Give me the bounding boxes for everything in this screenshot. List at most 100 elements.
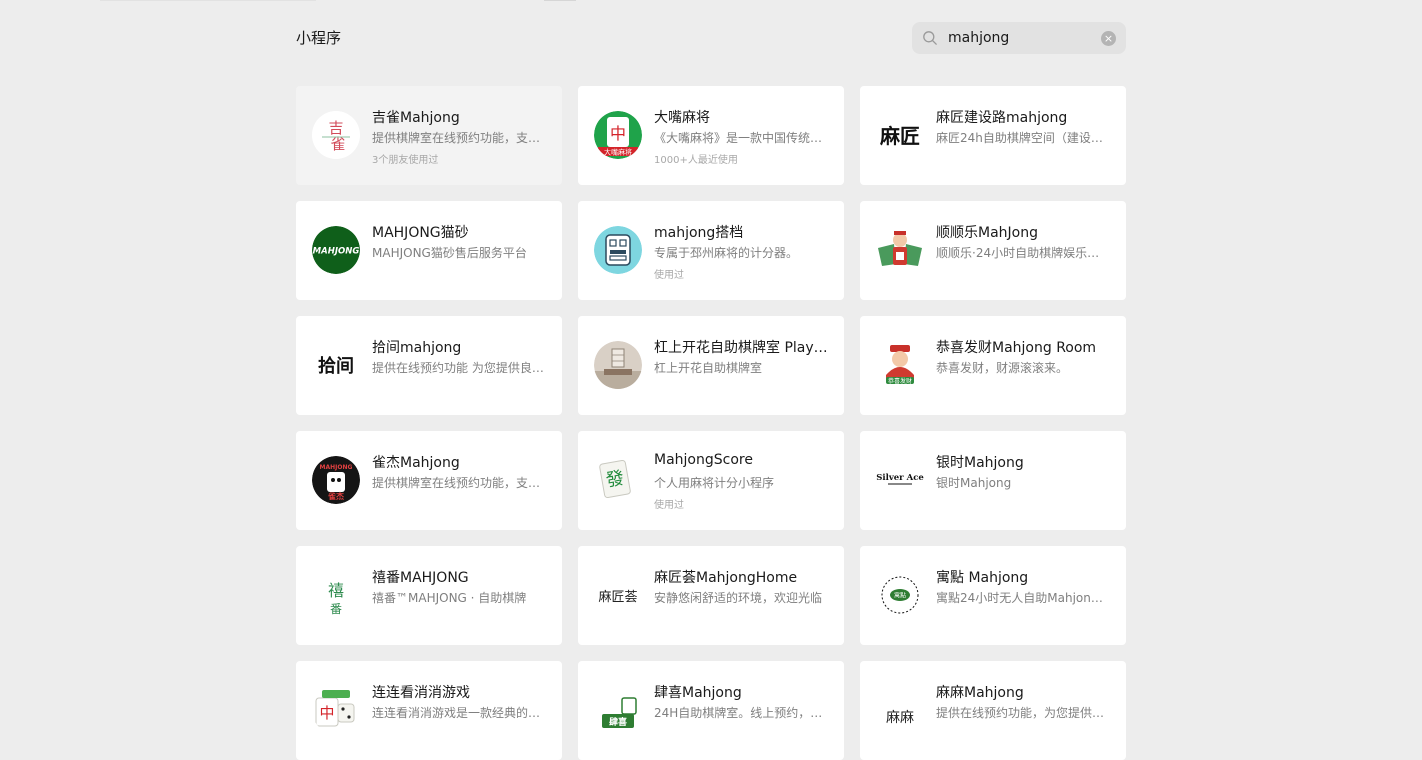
result-name: 禧番MAHJONG [372,570,469,586]
result-card[interactable]: 中 大嘴麻将 大嘴麻将 《大嘴麻将》是一款中国传统麻将游戏 1000+人最近使用 [578,86,844,185]
result-card[interactable]: 發 MahjongScore 个人用麻将计分小程序 使用过 [578,431,844,530]
clear-search-icon[interactable]: × [1101,31,1116,46]
svg-text:雀杰: 雀杰 [327,491,344,501]
majianghui-calligraphy-icon: 麻匠荟 [594,571,642,619]
svg-text:拾间: 拾间 [318,355,354,377]
result-name: 麻匠荟MahjongHome [654,570,798,586]
svg-text:MAHJONG: MAHJONG [313,247,360,257]
result-desc: 提供在线预约功能 为您提供良好的服务 [372,361,544,375]
jique-logo-icon: 吉 雀 [312,111,360,159]
lianliankan-game-icon: 中 [312,686,360,734]
search-box[interactable]: × [912,22,1126,54]
section-title: 小程序 [296,29,342,47]
result-card[interactable]: MAHJONG 雀杰 雀杰Mahjong 提供棋牌室在线预约功能，支持在线支付 [296,431,562,530]
result-desc: 连连看消消游戏是一款经典的休闲游戏 [372,706,544,720]
result-desc: 个人用麻将计分小程序 [654,476,775,490]
result-card[interactable]: MAHJONG MAHJONG猫砂 MAHJONG猫砂售后服务平台 [296,201,562,300]
svg-text:麻匠荟: 麻匠荟 [598,590,637,605]
silver-ace-logo-icon: Silver Ace [876,456,924,504]
svg-text:MAHJONG: MAHJONG [320,464,353,471]
shunshunle-mascot-icon [876,226,924,274]
search-icon [923,31,937,45]
result-card[interactable]: 寓點 寓點 Mahjong 寓點24小时无人自助Mahjong棋牌室 [860,546,1126,645]
result-name: 杠上开花自助棋牌室 PlayMahjong [654,340,830,356]
result-card[interactable]: Silver Ace 银时Mahjong 银时Mahjong [860,431,1126,530]
top-divider-short [544,0,576,1]
result-desc: 提供棋牌室在线预约功能，支持在线支付 [372,476,544,490]
mahjong-partner-tile-icon [594,226,642,274]
result-card[interactable]: 麻匠 麻匠建设路mahjong 麻匠24h自助棋牌空间（建设路店） [860,86,1126,185]
svg-text:中: 中 [610,124,626,143]
svg-text:發: 發 [604,468,625,492]
caishen-mascot-icon: 恭喜发财 [876,341,924,389]
result-desc: 提供在线预约功能，为您提供良好服务 [936,706,1108,720]
result-desc: 恭喜发财，财源滚滚来。 [936,361,1069,375]
result-meta: 1000+人最近使用 [654,155,738,166]
result-name: 银时Mahjong [936,455,1024,471]
result-name: 吉雀Mahjong [372,110,460,126]
result-card[interactable]: 吉 雀 吉雀Mahjong 提供棋牌室在线预约功能，支持在线支付 3个朋友使用过 [296,86,562,185]
result-card[interactable]: 顺顺乐MahJong 顺顺乐·24小时自助棋牌娱乐共享空间 [860,201,1126,300]
result-desc: 安静悠闲舒适的环境，欢迎光临 [654,591,823,605]
result-desc: 麻匠24h自助棋牌空间（建设路店） [936,131,1108,145]
result-name: 寓點 Mahjong [936,570,1029,586]
top-divider [100,0,316,1]
results-header: 小程序 × [296,22,1126,54]
result-card[interactable]: 肆喜 肆喜Mahjong 24H自助棋牌室。线上预约，便捷舒适 [578,661,844,760]
room-photo-icon [594,341,642,389]
result-card[interactable]: mahjong搭档 专属于邳州麻将的计分器。 使用过 [578,201,844,300]
result-card[interactable]: 拾间 拾间mahjong 提供在线预约功能 为您提供良好的服务 [296,316,562,415]
yudian-round-logo-icon: 寓點 [876,571,924,619]
result-name: 麻匠建设路mahjong [936,110,1068,126]
result-desc: 杠上开花自助棋牌室 [654,361,763,375]
result-card[interactable]: 禧 番 禧番MAHJONG 禧番™MAHJONG · 自助棋牌 [296,546,562,645]
sixi-tile-icon: 肆喜 [594,686,642,734]
svg-text:番: 番 [330,602,342,616]
result-name: MAHJONG猫砂 [372,225,469,241]
result-card[interactable]: 杠上开花自助棋牌室 PlayMahjong 杠上开花自助棋牌室 [578,316,844,415]
result-name: 拾间mahjong [372,340,462,356]
result-name: 连连看消消游戏 [372,685,470,701]
result-name: 肆喜Mahjong [654,685,742,701]
result-desc: 银时Mahjong [936,476,1012,490]
result-desc: 提供棋牌室在线预约功能，支持在线支付 [372,131,544,145]
result-name: MahjongScore [654,452,753,468]
xifan-logo-icon: 禧 番 [312,571,360,619]
result-name: 恭喜发财Mahjong Room [936,340,1097,356]
result-desc: 《大嘴麻将》是一款中国传统麻将游戏 [654,131,826,145]
svg-text:禧: 禧 [328,581,344,600]
mama-calligraphy-icon: 麻麻 [876,686,924,734]
svg-text:麻匠: 麻匠 [879,124,920,148]
majiang-calligraphy-icon: 麻匠 [876,111,924,159]
fa-tile-icon: 發 [594,456,642,504]
result-desc: 专属于邳州麻将的计分器。 [654,246,799,260]
result-card[interactable]: 恭喜发财 恭喜发财Mahjong Room 恭喜发财，财源滚滚来。 [860,316,1126,415]
shijian-logo-icon: 拾间 [312,341,360,389]
result-desc: 顺顺乐·24小时自助棋牌娱乐共享空间 [936,246,1108,260]
svg-text:中: 中 [319,704,334,722]
dazui-mahjong-tile-icon: 中 大嘴麻将 [594,111,642,159]
svg-text:恭喜发财: 恭喜发财 [888,377,912,385]
result-desc: 24H自助棋牌室。线上预约，便捷舒适 [654,706,826,720]
result-card[interactable]: 中 连连看消消游戏 连连看消消游戏是一款经典的休闲游戏 [296,661,562,760]
result-desc: MAHJONG猫砂售后服务平台 [372,246,527,260]
result-meta: 3个朋友使用过 [372,155,439,166]
svg-text:大嘴麻将: 大嘴麻将 [604,148,632,157]
svg-text:麻麻: 麻麻 [886,710,914,726]
result-card[interactable]: 麻麻 麻麻Mahjong 提供在线预约功能，为您提供良好服务 [860,661,1126,760]
result-name: 大嘴麻将 [654,110,710,126]
result-name: 顺顺乐MahJong [936,225,1038,241]
quejie-badge-icon: MAHJONG 雀杰 [312,456,360,504]
search-input[interactable] [948,22,1098,54]
result-desc: 禧番™MAHJONG · 自助棋牌 [372,591,527,605]
svg-text:肆喜: 肆喜 [609,716,627,728]
svg-text:Silver Ace: Silver Ace [876,473,924,483]
svg-text:雀: 雀 [330,135,345,153]
result-card[interactable]: 麻匠荟 麻匠荟MahjongHome 安静悠闲舒适的环境，欢迎光临 [578,546,844,645]
result-meta: 使用过 [654,500,684,511]
result-name: 雀杰Mahjong [372,455,460,471]
result-desc: 寓點24小时无人自助Mahjong棋牌室 [936,591,1108,605]
mahjong-cat-litter-logo-icon: MAHJONG [312,226,360,274]
result-name: mahjong搭档 [654,225,744,241]
result-meta: 使用过 [654,270,684,281]
